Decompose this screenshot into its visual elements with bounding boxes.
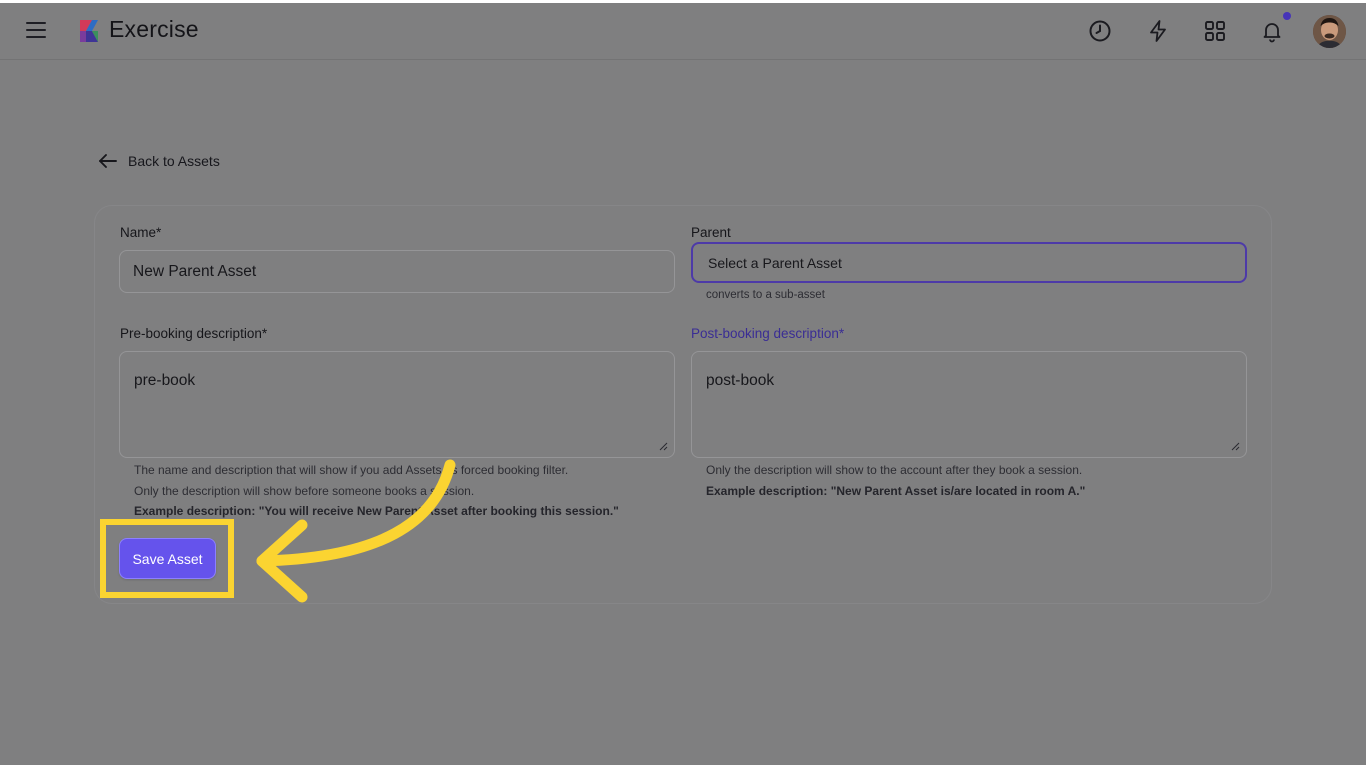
- parent-select[interactable]: Select a Parent Asset: [691, 242, 1247, 283]
- apps-grid-icon[interactable]: [1203, 19, 1227, 43]
- name-label: Name*: [120, 225, 162, 240]
- clock-icon[interactable]: [1088, 19, 1112, 43]
- arrow-left-icon: [99, 154, 117, 168]
- pre-booking-label: Pre-booking description*: [120, 326, 268, 341]
- lightning-icon[interactable]: [1146, 19, 1170, 43]
- avatar[interactable]: [1313, 15, 1346, 48]
- top-bar: Exercise: [0, 3, 1366, 60]
- post-booking-example: Example description: "New Parent Asset i…: [706, 484, 1086, 498]
- parent-label: Parent: [691, 225, 731, 240]
- app-window: Exercise Back to Assets Name* New Parent…: [0, 3, 1366, 765]
- hamburger-menu-icon[interactable]: [26, 21, 46, 39]
- pre-booking-textarea[interactable]: pre-book: [119, 351, 675, 458]
- tutorial-arrow-icon: [256, 459, 456, 603]
- bell-icon[interactable]: [1260, 19, 1284, 43]
- resize-grip-icon[interactable]: [1230, 441, 1240, 451]
- notification-dot: [1283, 12, 1291, 20]
- resize-grip-icon[interactable]: [658, 441, 668, 451]
- app-logo-icon: [80, 20, 98, 42]
- parent-hint: converts to a sub-asset: [706, 289, 825, 301]
- back-link-label: Back to Assets: [128, 153, 220, 169]
- app-title: Exercise: [109, 16, 199, 42]
- post-booking-value: post-book: [706, 372, 775, 389]
- pre-booking-value: pre-book: [134, 372, 196, 389]
- save-asset-button[interactable]: Save Asset: [119, 538, 216, 579]
- post-booking-label: Post-booking description*: [691, 326, 845, 341]
- name-input[interactable]: New Parent Asset: [119, 250, 675, 293]
- post-booking-hint-1: Only the description will show to the ac…: [706, 463, 1083, 477]
- post-booking-textarea[interactable]: post-book: [691, 351, 1247, 458]
- back-to-assets-link[interactable]: Back to Assets: [97, 150, 220, 172]
